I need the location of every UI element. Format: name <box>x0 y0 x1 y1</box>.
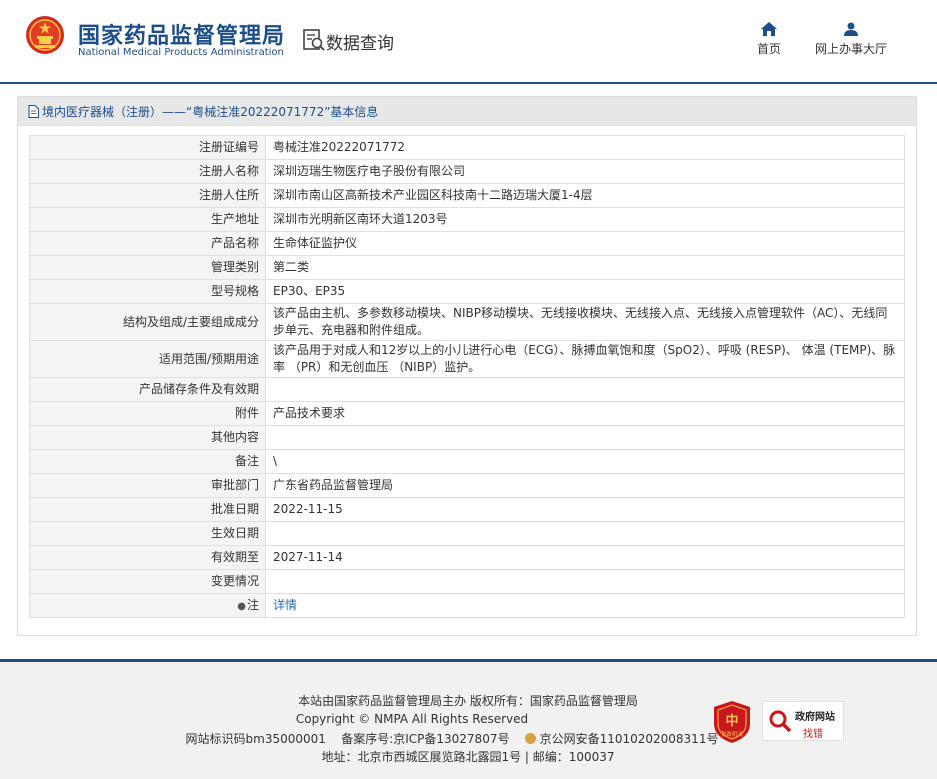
info-row-value: 广东省药品监督管理局 <box>265 473 905 498</box>
magnifier-icon <box>769 710 792 733</box>
gov-badge-subtitle: 找错 <box>803 729 823 740</box>
info-row: 注册人名称 深圳迈瑞生物医疗电子股份有限公司 <box>29 159 905 184</box>
info-row-key: 结构及组成/主要组成成分 <box>29 303 266 341</box>
footer-copyright: Copyright © NMPA All Rights Reserved <box>295 712 529 726</box>
party-govt-badge-label: 党政机关 <box>721 730 744 738</box>
info-row: 审批部门 广东省药品监督管理局 <box>29 473 905 498</box>
footer-site-id: 网站标识码bm35000001 <box>185 732 326 746</box>
info-row-key: 管理类别 <box>29 255 266 280</box>
user-icon <box>844 22 858 36</box>
device-info-panel: 境内医疗器械（注册）——“粤械注准20222071772”基本信息 注册证编号粤… <box>17 96 917 636</box>
info-row: 备注 \ <box>29 449 905 474</box>
info-row-key: 型号规格 <box>29 279 266 304</box>
info-row: 适用范围/预期用途 该产品用于对成人和12岁以上的小儿进行心电（ECG）、脉搏血氧… <box>29 340 905 378</box>
info-row-key: 注册人名称 <box>29 159 266 184</box>
panel-heading-text: 境内医疗器械（注册）——“粤械注准20222071772”基本信息 <box>42 104 379 119</box>
info-table: 注册证编号 粤械注准20222071772 注册人名称 深圳迈瑞生物医疗电子股份有限公… <box>29 135 905 618</box>
info-row: 附件 产品技术要求 <box>29 401 905 426</box>
info-row-value: 深圳市南山区高新技术产业园区科技南十二路迈瑞大厦1-4层 <box>265 183 905 208</box>
info-row: 生产地址 深圳市光明新区南环大道1203号 <box>29 207 905 232</box>
info-row: 变更情况 <box>29 569 905 594</box>
info-row-value: 生命体征监护仪 <box>265 231 905 256</box>
info-row-value: 深圳市光明新区南环大道1203号 <box>265 207 905 232</box>
home-icon <box>761 22 777 36</box>
info-row-key: 生效日期 <box>29 521 266 546</box>
pin-icon: ● <box>237 600 246 612</box>
info-row: 型号规格 EP30、EP35 <box>29 279 905 304</box>
footer-icp[interactable]: 备案序号:京ICP备13027807号 <box>341 732 509 746</box>
info-row: 管理类别 第二类 <box>29 255 905 280</box>
info-row: 批准日期 2022-11-15 <box>29 497 905 522</box>
info-row-key: 批准日期 <box>29 497 266 522</box>
nav-office-label: 网上办事大厅 <box>814 42 887 56</box>
police-badge-icon <box>524 733 536 744</box>
info-row-note: ●注 详情 <box>29 593 905 618</box>
info-row-value: \ <box>265 449 905 474</box>
info-row-value: 粤械注准20222071772 <box>265 135 905 160</box>
site-header: 国家药品监督管理局 National Medical Products Admi… <box>0 0 937 82</box>
info-row-key: 有效期至 <box>29 545 266 570</box>
gov-badge-title: 政府网站 <box>795 712 835 723</box>
info-row-key: 其他内容 <box>29 425 266 450</box>
info-row-value: 该产品用于对成人和12岁以上的小儿进行心电（ECG）、脉搏血氧饱和度（SpO2）… <box>265 340 905 378</box>
info-row: 结构及组成/主要组成成分 该产品由主机、多参数移动模块、NIBP移动模块、无线接收… <box>29 303 905 341</box>
note-key-label: 注 <box>246 597 259 612</box>
info-row-key: 生产地址 <box>29 207 266 232</box>
party-govt-badge-icon[interactable]: 中 党政机关 <box>712 700 752 744</box>
info-row-key: 适用范围/预期用途 <box>29 340 266 378</box>
info-row-value: 2022-11-15 <box>265 497 905 522</box>
national-emblem-icon <box>26 16 64 54</box>
info-row: 产品储存条件及有效期 <box>29 377 905 402</box>
info-row-key: 注册人住所 <box>29 183 266 208</box>
info-row-value <box>265 569 905 594</box>
info-row-value <box>265 377 905 402</box>
nav-online-office[interactable]: 网上办事大厅 <box>808 22 894 57</box>
site-footer: 本站由国家药品监督管理局主办 版权所有：国家药品监督管理局 Copyright … <box>0 659 937 779</box>
details-link[interactable]: 详情 <box>273 598 297 612</box>
nav-home-label: 首页 <box>756 42 781 56</box>
data-query-icon <box>303 29 325 51</box>
info-row-value: 第二类 <box>265 255 905 280</box>
footer-address: 地址：北京市西城区展览路北露园1号 | 邮编：100037 <box>321 750 615 764</box>
info-row-value: 该产品由主机、多参数移动模块、NIBP移动模块、无线接收模块、无线接入点、无线接… <box>265 303 905 341</box>
footer-police[interactable]: 京公网安备11010202008311号 <box>540 732 719 746</box>
document-icon <box>28 104 39 118</box>
data-query-label[interactable]: 数据查询 <box>326 29 394 54</box>
svg-text:中: 中 <box>725 713 738 729</box>
nav-home[interactable]: 首页 <box>748 22 790 57</box>
info-row-key: 注册证编号 <box>29 135 266 160</box>
info-row-value: EP30、EP35 <box>265 279 905 304</box>
info-row-value: 详情 <box>265 593 905 618</box>
info-row: 注册证编号 粤械注准20222071772 <box>29 135 905 160</box>
info-row: 生效日期 <box>29 521 905 546</box>
info-row-value: 产品技术要求 <box>265 401 905 426</box>
info-row-value: 深圳迈瑞生物医疗电子股份有限公司 <box>265 159 905 184</box>
info-row-key: ●注 <box>29 593 266 618</box>
gov-site-error-badge[interactable]: 政府网站 找错 <box>762 701 844 741</box>
info-row-key: 附件 <box>29 401 266 426</box>
site-title-cn[interactable]: 国家药品监督管理局 <box>78 18 285 50</box>
info-row-key: 备注 <box>29 449 266 474</box>
footer-record-line: 网站标识码bm35000001 备案序号:京ICP备13027807号 京公网安… <box>172 730 732 747</box>
site-title-en: National Medical Products Administration <box>78 47 284 58</box>
info-row-value <box>265 425 905 450</box>
info-row-value: 2027-11-14 <box>265 545 905 570</box>
info-row: 有效期至 2027-11-14 <box>29 545 905 570</box>
info-row: 注册人住所 深圳市南山区高新技术产业园区科技南十二路迈瑞大厦1-4层 <box>29 183 905 208</box>
info-row-key: 产品储存条件及有效期 <box>29 377 266 402</box>
info-row-key: 产品名称 <box>29 231 266 256</box>
info-row-value <box>265 521 905 546</box>
footer-host-line: 本站由国家药品监督管理局主办 版权所有：国家药品监督管理局 <box>298 694 638 708</box>
info-row-key: 审批部门 <box>29 473 266 498</box>
info-row: 产品名称 生命体征监护仪 <box>29 231 905 256</box>
info-row-key: 变更情况 <box>29 569 266 594</box>
panel-heading: 境内医疗器械（注册）——“粤械注准20222071772”基本信息 <box>18 97 916 126</box>
header-divider <box>0 82 937 84</box>
info-row: 其他内容 <box>29 425 905 450</box>
